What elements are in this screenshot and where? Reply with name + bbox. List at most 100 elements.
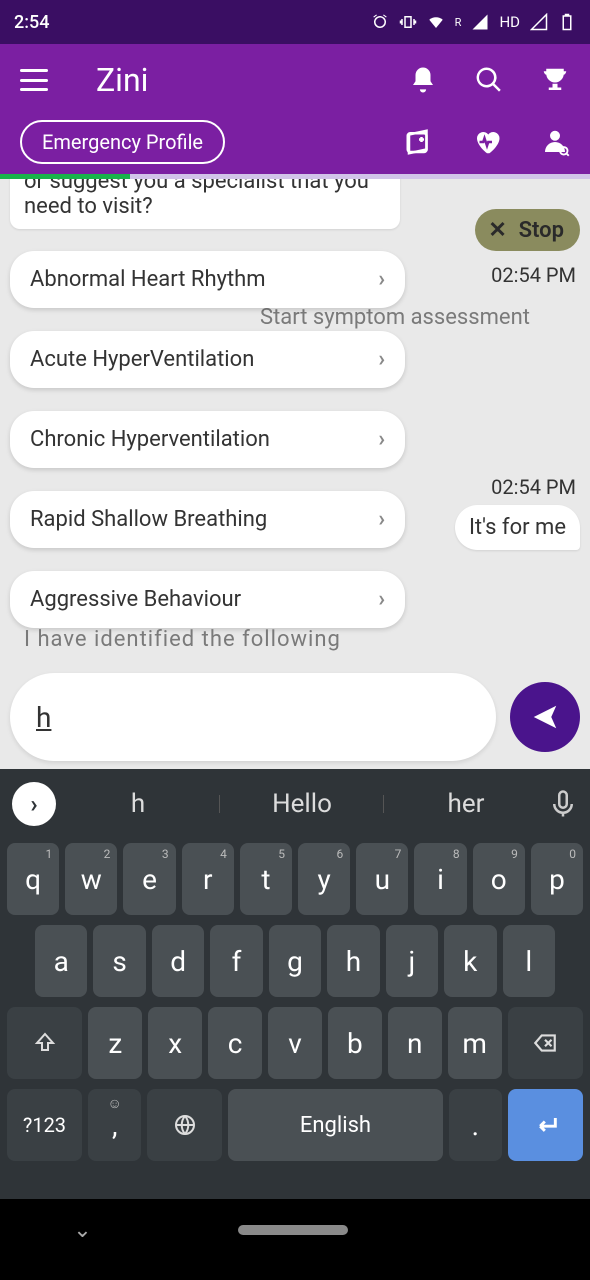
signal2-icon — [530, 13, 548, 31]
timestamp: 02:54 PM — [491, 475, 576, 499]
chat-area: or suggest you a specialist that you nee… — [0, 179, 590, 769]
suggestion[interactable]: h — [56, 789, 220, 819]
key-p[interactable]: p0 — [531, 843, 583, 915]
key-t[interactable]: t5 — [240, 843, 292, 915]
key-u[interactable]: u7 — [356, 843, 408, 915]
shift-key[interactable] — [7, 1007, 82, 1079]
user-search-icon[interactable] — [540, 127, 570, 157]
language-key[interactable] — [147, 1089, 222, 1161]
chevron-right-icon: › — [378, 507, 385, 532]
vibrate-icon — [399, 13, 417, 31]
option-label: Chronic Hyperventilation — [30, 427, 270, 452]
key-n[interactable]: n — [388, 1007, 442, 1079]
roaming-indicator: R — [455, 16, 462, 29]
wifi-icon — [427, 13, 445, 31]
key-m[interactable]: m — [448, 1007, 502, 1079]
symptom-option[interactable]: Chronic Hyperventilation › — [10, 411, 405, 468]
chevron-right-icon: › — [378, 427, 385, 452]
key-o[interactable]: o9 — [473, 843, 525, 915]
comma-key[interactable]: ☺ , — [88, 1089, 142, 1161]
key-a[interactable]: a — [35, 925, 87, 997]
hd-indicator: HD — [499, 13, 520, 31]
option-label: Aggressive Behaviour — [30, 587, 241, 612]
key-e[interactable]: e3 — [123, 843, 175, 915]
timestamp: 02:54 PM — [491, 263, 576, 287]
signal-icon — [471, 13, 489, 31]
behind-message: I have identified the following — [24, 627, 341, 652]
android-nav-bar: ⌄ — [0, 1199, 590, 1261]
enter-icon — [532, 1111, 560, 1139]
chevron-right-icon: › — [378, 587, 385, 612]
symptom-option[interactable]: Rapid Shallow Breathing › — [10, 491, 405, 548]
enter-key[interactable] — [508, 1089, 583, 1161]
send-icon — [530, 702, 560, 732]
space-key[interactable]: English — [228, 1089, 442, 1161]
key-x[interactable]: x — [148, 1007, 202, 1079]
key-i[interactable]: i8 — [414, 843, 466, 915]
status-time: 2:54 — [14, 12, 49, 33]
suggestion-row: › h Hello her — [4, 775, 586, 833]
option-label: Acute HyperVentilation — [30, 347, 254, 372]
message-input[interactable]: h — [10, 673, 496, 761]
battery-icon — [558, 13, 576, 31]
backspace-icon — [532, 1030, 558, 1056]
key-k[interactable]: k — [444, 925, 496, 997]
emergency-profile-button[interactable]: Emergency Profile — [20, 120, 225, 164]
key-l[interactable]: l — [503, 925, 555, 997]
send-button[interactable] — [510, 682, 580, 752]
mic-icon[interactable] — [548, 789, 578, 819]
input-text: h — [36, 701, 51, 734]
bot-message-partial: or suggest you a specialist that you nee… — [10, 179, 400, 229]
stop-label: Stop — [519, 218, 564, 243]
suggestion[interactable]: Hello — [220, 789, 384, 819]
nav-handle[interactable] — [238, 1225, 348, 1235]
key-z[interactable]: z — [88, 1007, 142, 1079]
bell-icon[interactable] — [408, 65, 438, 95]
key-s[interactable]: s — [93, 925, 145, 997]
key-h[interactable]: h — [327, 925, 379, 997]
option-label: Abnormal Heart Rhythm — [30, 267, 266, 292]
key-c[interactable]: c — [208, 1007, 262, 1079]
close-icon: ✕ — [485, 217, 511, 243]
behind-message: Start symptom assessment — [260, 305, 530, 330]
key-b[interactable]: b — [328, 1007, 382, 1079]
symptom-option[interactable]: Aggressive Behaviour › — [10, 571, 405, 628]
globe-icon — [173, 1113, 197, 1137]
prescription-icon[interactable] — [404, 127, 434, 157]
key-v[interactable]: v — [268, 1007, 322, 1079]
key-d[interactable]: d — [152, 925, 204, 997]
symbols-key[interactable]: ?123 — [7, 1089, 82, 1161]
app-title: Zini — [96, 61, 148, 99]
search-icon[interactable] — [474, 65, 504, 95]
key-r[interactable]: r4 — [182, 843, 234, 915]
stop-button[interactable]: ✕ Stop — [475, 209, 580, 251]
menu-icon[interactable] — [20, 69, 48, 91]
alarm-icon — [371, 13, 389, 31]
input-row: h — [10, 673, 580, 761]
status-bar: 2:54 R HD — [0, 0, 590, 44]
key-f[interactable]: f — [210, 925, 262, 997]
backspace-key[interactable] — [508, 1007, 583, 1079]
symptom-option[interactable]: Abnormal Heart Rhythm › — [10, 251, 405, 308]
suggestion[interactable]: her — [384, 789, 548, 819]
key-w[interactable]: w2 — [65, 843, 117, 915]
user-message: It's for me — [455, 505, 580, 550]
chevron-right-icon: › — [378, 267, 385, 292]
app-bar: Zini Emergency Profile — [0, 44, 590, 179]
key-q[interactable]: q1 — [7, 843, 59, 915]
nav-down-icon[interactable]: ⌄ — [73, 1218, 91, 1243]
key-y[interactable]: y6 — [298, 843, 350, 915]
period-key[interactable]: . — [449, 1089, 503, 1161]
emoji-icon: ☺ — [108, 1095, 122, 1112]
trophy-icon[interactable] — [540, 65, 570, 95]
status-icons: R HD — [371, 13, 576, 31]
shift-icon — [33, 1031, 57, 1055]
symptom-option[interactable]: Acute HyperVentilation › — [10, 331, 405, 388]
keyboard: › h Hello her q1w2e3r4t5y6u7i8o9p0 asdfg… — [0, 769, 590, 1199]
option-label: Rapid Shallow Breathing — [30, 507, 267, 532]
expand-suggestions-button[interactable]: › — [12, 782, 56, 826]
key-j[interactable]: j — [386, 925, 438, 997]
heart-rate-icon[interactable] — [472, 127, 502, 157]
key-g[interactable]: g — [269, 925, 321, 997]
chevron-right-icon: › — [378, 347, 385, 372]
